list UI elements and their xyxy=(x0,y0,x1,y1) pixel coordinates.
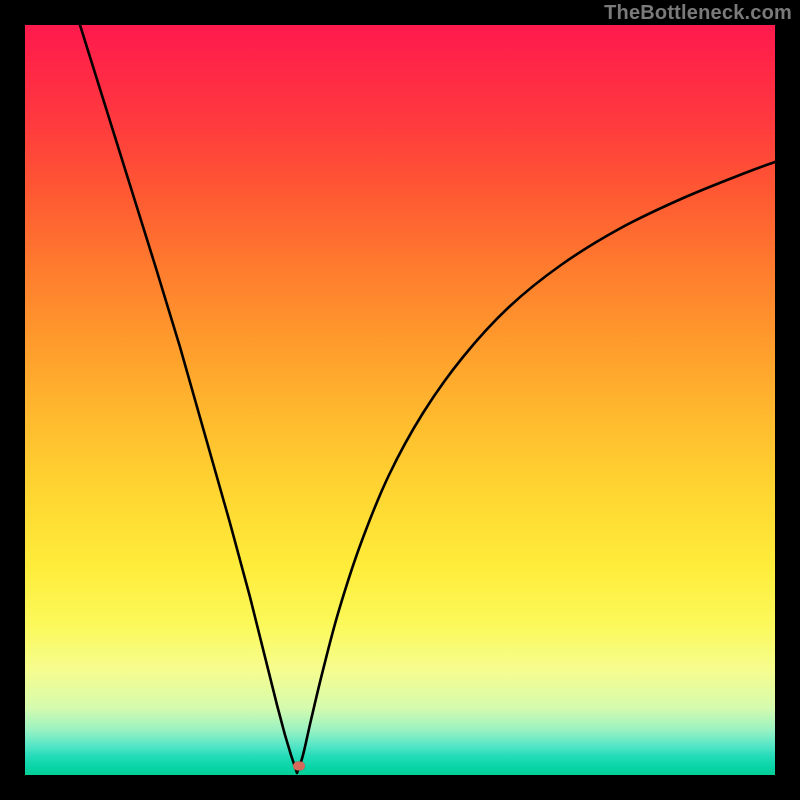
chart-frame: TheBottleneck.com xyxy=(0,0,800,800)
minimum-marker-dot xyxy=(293,762,305,771)
watermark-text: TheBottleneck.com xyxy=(604,2,792,25)
bottleneck-curve xyxy=(25,25,775,775)
plot-area xyxy=(25,25,775,775)
